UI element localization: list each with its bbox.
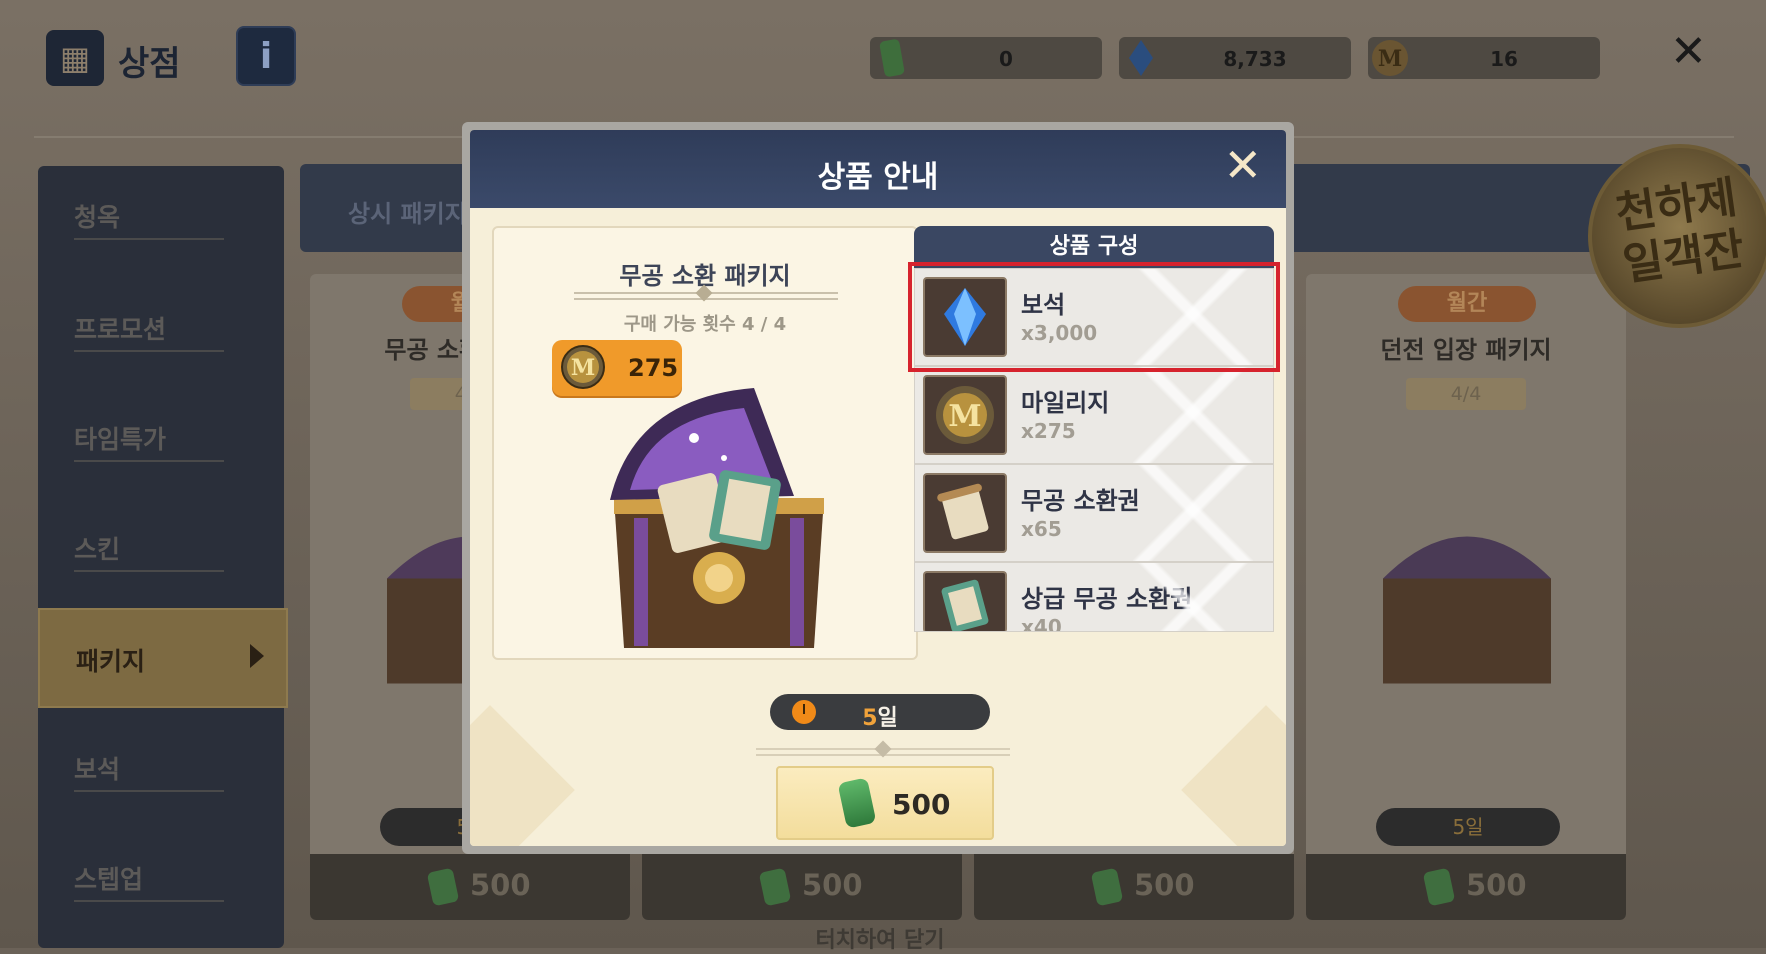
card-count: 4/4 <box>1406 378 1526 410</box>
content-item-mileage[interactable]: M 마일리지 x275 <box>914 366 1274 464</box>
currency-jade: 0 <box>870 37 1102 79</box>
contents-header: 상품 구성 <box>914 226 1274 268</box>
package-card[interactable]: 월간 던전 입장 패키지 4/4 5일 500 <box>1306 274 1626 920</box>
modal-decoration <box>470 705 575 846</box>
mileage-coin-icon: M <box>1370 35 1410 81</box>
jade-ticket-icon <box>872 35 912 81</box>
content-item-gem[interactable]: 보석 x3,000 <box>908 262 1280 372</box>
item-quantity: x40 <box>1021 615 1062 632</box>
modal-header: 상품 안내 ✕ <box>470 130 1286 208</box>
timer-text: 5일 <box>770 700 990 732</box>
currency-value: 0 <box>999 47 1013 71</box>
green-scroll-icon <box>923 571 1007 631</box>
product-info-modal: 상품 안내 ✕ 무공 소환 패키지 구매 가능 횟수 4 / 4 M 275 상… <box>462 122 1294 854</box>
sidebar-item-cheongok[interactable]: 청옥 <box>74 198 224 240</box>
item-name: 상급 무공 소환권 <box>1021 585 1193 613</box>
card-buy-button[interactable]: 500 <box>310 854 630 920</box>
card-buy-button[interactable]: 500 <box>974 854 1294 920</box>
sidebar-item-time-sale[interactable]: 타임특가 <box>74 420 224 462</box>
content-item-summon-ticket[interactable]: 무공 소환권 x65 <box>914 464 1274 562</box>
currency-mileage: M 16 <box>1368 37 1600 79</box>
card-price: 500 <box>470 868 531 902</box>
item-quantity: x3,000 <box>1021 321 1098 345</box>
modal-close-button[interactable]: ✕ <box>1223 142 1262 188</box>
card-price: 500 <box>802 868 863 902</box>
sidebar: 청옥 프로모션 타임특가 스킨 패키지 보석 스텝업 <box>38 166 288 948</box>
jade-ticket-icon <box>1422 867 1456 907</box>
svg-text:M: M <box>948 399 981 434</box>
jade-ticket-icon <box>426 867 460 907</box>
sidebar-item-label: 패키지 <box>76 647 146 676</box>
item-name: 마일리지 <box>1021 389 1110 417</box>
chest-icon <box>1383 536 1551 684</box>
svg-text:M: M <box>1378 46 1402 72</box>
ornament-divider <box>756 740 1010 758</box>
gem-icon <box>923 277 1007 357</box>
currency-value: 16 <box>1490 47 1518 71</box>
sidebar-item-stepup[interactable]: 스텝업 <box>74 860 224 902</box>
package-contents-panel: 상품 구성 보석 x3,000 M 마일리지 x275 무공 소환권 x65 상… <box>908 226 1280 666</box>
sidebar-item-skin[interactable]: 스킨 <box>74 530 224 572</box>
gem-icon <box>1121 35 1161 81</box>
purchase-button[interactable]: 500 <box>776 766 994 840</box>
item-quantity: x65 <box>1021 517 1062 541</box>
timer-unit: 일 <box>877 706 898 731</box>
jade-ticket-icon <box>837 777 877 829</box>
logo-text: 천하제일객잔 <box>1612 172 1748 291</box>
content-item-advanced-summon-ticket[interactable]: 상급 무공 소환권 x40 <box>914 562 1274 632</box>
mileage-coin-icon: M <box>923 375 1007 455</box>
currency-value: 8,733 <box>1223 47 1287 71</box>
sidebar-item-package[interactable]: 패키지 <box>38 608 288 708</box>
ornament-divider <box>574 284 838 302</box>
sidebar-item-promotion[interactable]: 프로모션 <box>74 310 224 352</box>
jade-ticket-icon <box>758 867 792 907</box>
currency-gem: 8,733 <box>1119 37 1351 79</box>
modal-title: 상품 안내 <box>817 160 939 195</box>
modal-body: 상품 안내 ✕ 무공 소환 패키지 구매 가능 횟수 4 / 4 M 275 상… <box>470 130 1286 846</box>
info-button[interactable]: i <box>236 26 296 86</box>
close-shop-button[interactable]: ✕ <box>1670 30 1707 74</box>
sidebar-item-gem[interactable]: 보석 <box>74 750 224 792</box>
card-badge: 월간 <box>1398 286 1536 322</box>
modal-decoration <box>1181 705 1286 846</box>
touch-to-close-hint[interactable]: 터치하여 닫기 <box>810 922 950 954</box>
game-logo-emblem: 천하제일객잔 <box>1588 144 1766 328</box>
item-name: 보석 <box>1021 291 1066 319</box>
remaining-time: 5일 <box>770 694 990 732</box>
timer-days: 5 <box>862 706 878 731</box>
purchase-limit: 구매 가능 횟수 4 / 4 <box>623 314 787 335</box>
item-quantity: x275 <box>1021 419 1076 443</box>
package-preview-panel: 무공 소환 패키지 구매 가능 횟수 4 / 4 M 275 <box>492 226 918 660</box>
chevron-right-icon <box>250 644 264 668</box>
card-price: 500 <box>1466 868 1527 902</box>
jade-ticket-icon <box>1090 867 1124 907</box>
card-buy-button[interactable]: 500 <box>1306 854 1626 920</box>
card-buy-button[interactable]: 500 <box>642 854 962 920</box>
treasure-chest-icon <box>610 388 824 648</box>
item-name: 무공 소환권 <box>1021 487 1140 515</box>
tab-permanent-package[interactable]: 상시 패키지 <box>348 194 467 229</box>
shop-icon: ▦ <box>46 30 104 86</box>
card-price: 500 <box>1134 868 1195 902</box>
purchase-price: 500 <box>892 788 951 821</box>
page-title: 상점 <box>118 44 181 84</box>
card-title: 던전 입장 패키지 <box>1380 336 1552 364</box>
scroll-icon <box>923 473 1007 553</box>
card-timer: 5일 <box>1376 808 1560 846</box>
